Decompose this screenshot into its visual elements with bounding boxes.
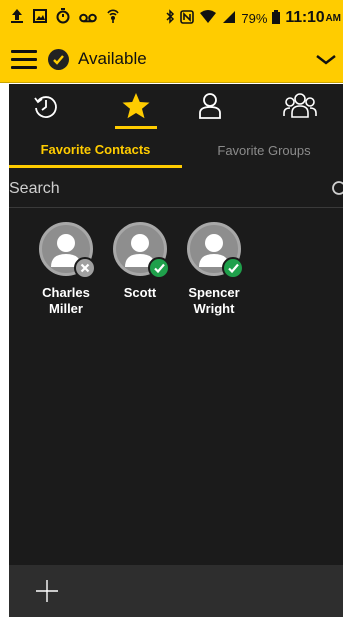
status-bar: 79% 11:10 AM — [0, 0, 343, 36]
avatar — [113, 222, 170, 279]
plus-icon — [36, 580, 58, 602]
bottom-action-bar — [9, 565, 343, 617]
recent-icon — [32, 92, 60, 125]
tab-favorite-contacts[interactable]: Favorite Contacts — [9, 133, 182, 168]
chevron-down-icon[interactable] — [313, 46, 339, 72]
hotspot-icon — [106, 8, 120, 29]
contact-spencer-wright[interactable]: Spencer Wright — [183, 222, 245, 317]
available-check-icon — [48, 48, 69, 70]
contact-charles-miller[interactable]: Charles Miller — [35, 222, 97, 317]
tab-recent[interactable] — [11, 84, 81, 132]
contact-name: Charles Miller — [42, 285, 90, 316]
clock-time: 11:10 — [285, 9, 325, 26]
avatar — [187, 222, 244, 279]
search-icon[interactable] — [329, 178, 343, 198]
contact-name: Spencer Wright — [188, 285, 240, 316]
available-status-icon — [148, 257, 170, 279]
bluetooth-icon — [165, 9, 175, 27]
tab-groups[interactable] — [265, 84, 335, 132]
gallery-icon — [33, 9, 47, 28]
section-icon-tabs — [9, 84, 343, 132]
tab-favorite-groups[interactable]: Favorite Groups — [189, 133, 339, 168]
battery-icon — [272, 9, 281, 27]
system-indicators: 79% 11:10 AM — [165, 9, 341, 27]
clock-ampm: AM — [325, 12, 341, 24]
voicemail-icon — [79, 10, 97, 28]
available-status-icon — [222, 257, 244, 279]
app-bar: Available — [0, 36, 343, 83]
contact-scott[interactable]: Scott — [109, 222, 171, 301]
tab-contacts[interactable] — [175, 84, 245, 132]
battery-percent: 79% — [241, 10, 268, 26]
presence-label: Available — [78, 49, 147, 68]
search-input[interactable] — [9, 174, 309, 204]
offline-status-icon — [74, 257, 96, 279]
avatar — [39, 222, 96, 279]
search-bar — [9, 170, 343, 208]
presence-selector[interactable]: Available — [48, 45, 147, 73]
nfc-icon — [180, 9, 195, 27]
hamburger-menu-icon[interactable] — [11, 50, 37, 70]
group-icon — [282, 92, 318, 125]
upload-icon — [10, 8, 24, 29]
left-edge-strip — [0, 84, 9, 617]
notification-icons — [10, 8, 120, 29]
contact-name: Scott — [123, 285, 157, 300]
signal-icon — [222, 10, 236, 27]
favorites-subtabs: Favorite Contacts Favorite Groups — [9, 133, 343, 168]
timer-icon — [56, 8, 70, 29]
tab-favorites[interactable] — [101, 84, 171, 132]
add-favorite-button[interactable] — [35, 579, 59, 603]
star-icon — [121, 91, 151, 126]
contact-icon — [197, 92, 223, 125]
favorite-contacts-list: Charles Miller Scott Spencer Wright — [9, 222, 343, 332]
wifi-icon — [199, 9, 217, 27]
